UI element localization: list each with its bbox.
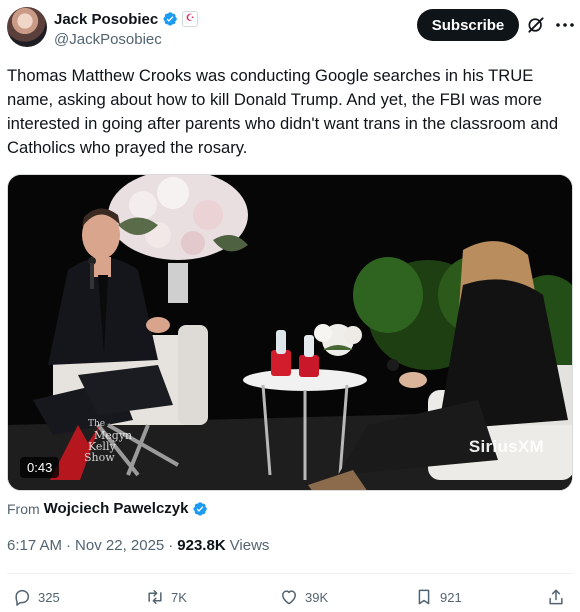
verified-badge-icon <box>163 12 178 26</box>
heart-icon <box>282 590 296 605</box>
author-avatar[interactable] <box>7 7 47 47</box>
bookmark-icon <box>418 589 430 605</box>
meta-separator: · <box>66 537 72 554</box>
subscribe-button[interactable]: Subscribe <box>417 9 519 41</box>
affiliate-badge-icon[interactable]: ☪ <box>182 11 199 27</box>
tweet-actions-bar: 325 7K 39K 921 <box>0 583 580 611</box>
share-icon <box>549 589 563 605</box>
tweet-time[interactable]: 6:17 AM <box>7 537 62 554</box>
reply-count: 325 <box>38 589 60 605</box>
media-source-row: From Wojciech Pawelczyk <box>7 500 208 517</box>
repost-button[interactable]: 7K <box>145 583 187 611</box>
tweet-meta-row: 6:17 AM · Nov 22, 2025 · 923.8K Views <box>7 537 269 554</box>
tweet-date[interactable]: Nov 22, 2025 <box>75 537 164 554</box>
video-player[interactable]: 0:43 SiriusXM The Megyn Kelly Show <box>7 174 573 491</box>
author-name-row: Jack Posobiec ☪ <box>54 9 199 29</box>
media-source-name[interactable]: Wojciech Pawelczyk <box>44 500 189 517</box>
show-logo-text: The Megyn Kelly Show <box>84 419 132 463</box>
video-duration: 0:43 <box>20 457 60 478</box>
siriusxm-watermark: SiriusXM <box>468 437 544 456</box>
reply-icon <box>15 589 30 606</box>
divider <box>7 573 573 574</box>
reply-button[interactable]: 325 <box>12 583 60 611</box>
like-count: 39K <box>305 589 329 605</box>
repost-count: 7K <box>171 589 187 605</box>
views-label: Views <box>229 537 270 554</box>
verified-badge-icon <box>193 501 208 516</box>
bookmark-button[interactable]: 921 <box>414 583 462 611</box>
repost-icon <box>148 590 162 604</box>
meta-separator: · <box>168 537 174 554</box>
show-logo-line: Show <box>84 451 115 464</box>
tweet-text: Thomas Matthew Crooks was conducting Goo… <box>7 66 559 157</box>
more-options-icon[interactable] <box>556 23 574 27</box>
bookmark-count: 921 <box>440 589 462 605</box>
grok-icon[interactable] <box>526 15 546 35</box>
tweet-header: Jack Posobiec ☪ @JackPosobiec Subscribe <box>0 0 580 60</box>
author-name[interactable]: Jack Posobiec <box>54 11 158 28</box>
like-button[interactable]: 39K <box>279 583 328 611</box>
media-source-prefix: From <box>7 500 40 517</box>
share-button[interactable] <box>546 583 566 611</box>
views-count: 923.8K <box>177 537 226 554</box>
author-handle[interactable]: @JackPosobiec <box>54 31 162 48</box>
